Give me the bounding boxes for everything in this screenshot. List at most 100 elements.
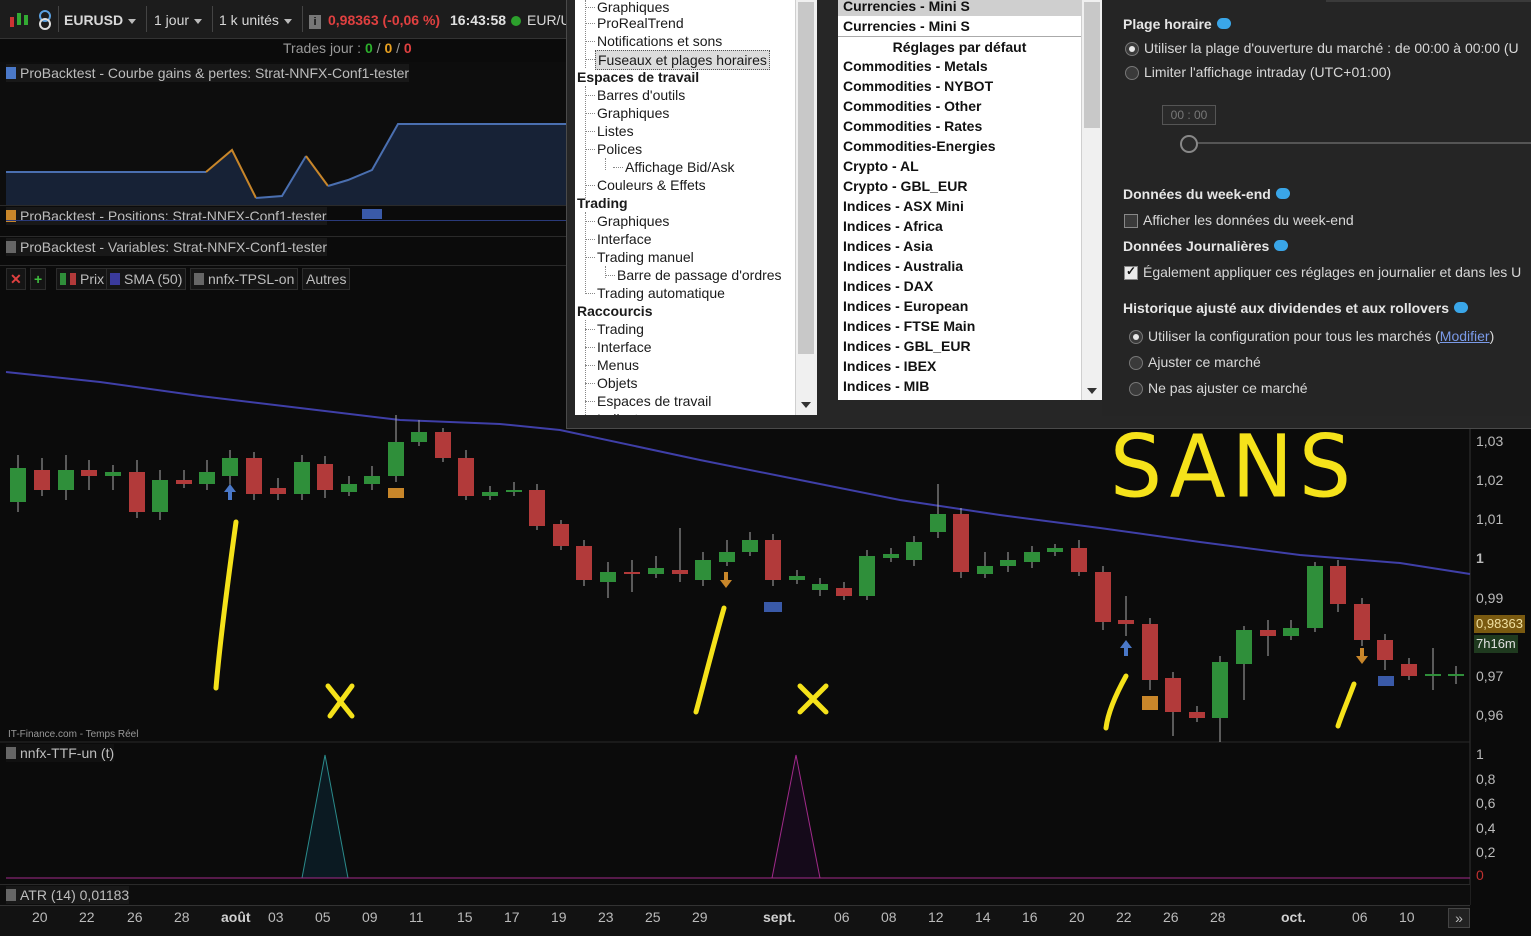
market-list: Currencies - Mini S Currencies - Mini S Ré… xyxy=(838,0,1081,400)
market-list-item[interactable]: Commodities - NYBOT xyxy=(843,76,993,96)
date-label: 16 xyxy=(1022,909,1038,925)
market-list-item[interactable]: Indices - European xyxy=(843,296,968,316)
tree-item[interactable]: Graphiques xyxy=(597,212,669,230)
price-axis-label: 1,02 xyxy=(1476,472,1504,488)
tree-item[interactable]: ProRealTrend xyxy=(597,14,684,32)
time-input[interactable]: 00 : 00 xyxy=(1162,105,1216,125)
tree-item[interactable]: Espaces de travail xyxy=(577,68,699,86)
market-list-item[interactable]: Commodities - Rates xyxy=(843,116,982,136)
market-list-item[interactable]: Indices - Australia xyxy=(843,256,963,276)
candle-body xyxy=(1095,572,1111,622)
tree-item[interactable]: Notifications et sons xyxy=(597,32,722,50)
tree-item[interactable]: Interface xyxy=(597,230,651,248)
candle-body xyxy=(836,588,852,596)
atr-panel-title[interactable]: ATR (14) 0,01183 xyxy=(6,886,130,904)
data-source: IT-Finance.com - Temps Réel xyxy=(8,729,139,740)
candle-body xyxy=(719,552,735,562)
tree-item[interactable]: Objets xyxy=(597,374,637,392)
weekend-checkbox[interactable] xyxy=(1124,214,1138,228)
candle-body xyxy=(553,524,569,546)
tree-item[interactable]: Trading xyxy=(597,320,644,338)
tree-item[interactable]: Menus xyxy=(597,356,639,374)
tree-item[interactable]: Barre de passage d'ordres xyxy=(617,266,782,284)
tree-item[interactable]: Barres d'outils xyxy=(597,86,685,104)
scroll-right-button[interactable]: » xyxy=(1448,908,1470,928)
market-list-item[interactable]: Indices - GBL_EUR xyxy=(843,336,971,356)
date-label: 17 xyxy=(504,909,520,925)
market-list-item[interactable]: Indices - Asia xyxy=(843,236,933,256)
price-axis-label: 1 xyxy=(1476,550,1484,566)
market-list-item[interactable]: Indices - Africa xyxy=(843,216,943,236)
candle-body xyxy=(58,470,74,490)
sub-axis-label: 0,4 xyxy=(1476,820,1496,836)
plage-opt2-radio[interactable] xyxy=(1125,66,1139,80)
daily-checkbox[interactable] xyxy=(1124,264,1138,280)
scroll-down-icon[interactable] xyxy=(801,402,811,408)
date-label: 11 xyxy=(409,909,424,925)
market-list-item[interactable]: Indices - ASX Mini xyxy=(843,196,964,216)
market-list-item[interactable]: Commodities-Energies xyxy=(843,136,995,156)
market-list-scrollbar[interactable] xyxy=(1081,0,1103,400)
market-list-item[interactable]: Commodities - Other xyxy=(843,96,981,116)
market-list-item[interactable]: Indices - NIK_USD xyxy=(843,396,965,400)
hist-title: Historique ajusté aux dividendes et aux … xyxy=(1123,300,1468,316)
sub-axis-label: 0,8 xyxy=(1476,771,1496,787)
hist-opt1-end: ) xyxy=(1489,328,1495,344)
candle-body xyxy=(1000,560,1016,566)
tree-item[interactable]: Affichage Bid/Ask xyxy=(625,158,734,176)
help-bubble-icon[interactable] xyxy=(1216,18,1231,29)
market-list-item[interactable]: Indices - FTSE Main xyxy=(843,316,975,336)
market-list-item[interactable]: Commodities - Metals xyxy=(843,56,988,76)
modify-link[interactable]: Modifier xyxy=(1440,328,1490,344)
atr-label: ATR (14) 0,01183 xyxy=(20,887,130,903)
date-label: 05 xyxy=(315,909,331,925)
help-bubble-icon[interactable] xyxy=(1274,240,1289,251)
market-list-item[interactable]: Crypto - AL xyxy=(843,156,919,176)
tree-item[interactable]: Trading xyxy=(577,194,628,212)
tree-item[interactable]: Listes xyxy=(597,122,634,140)
tree-item[interactable]: Interface xyxy=(597,338,651,356)
sub-indicator-label: nnfx-TTF-un (t) xyxy=(20,745,115,761)
scroll-down-icon[interactable] xyxy=(1087,388,1097,394)
tree-item[interactable]: Trading automatique xyxy=(597,284,725,302)
hist-opt3-radio[interactable] xyxy=(1129,382,1143,396)
date-label: 29 xyxy=(692,909,708,925)
tree-item[interactable]: Raccourcis xyxy=(577,302,652,320)
plage-title-label: Plage horaire xyxy=(1123,16,1212,32)
market-list-item[interactable]: Indices - MIB xyxy=(843,376,929,396)
market-list-item[interactable]: Réglages par défaut xyxy=(838,36,1081,57)
date-label: oct. xyxy=(1281,909,1306,925)
time-slider-handle[interactable] xyxy=(1180,135,1198,153)
tree-item[interactable]: Fuseaux et plages horaires xyxy=(595,50,770,70)
candle-body xyxy=(576,546,592,580)
tree-item[interactable]: Espaces de travail xyxy=(597,392,711,410)
market-list-item[interactable]: Crypto - GBL_EUR xyxy=(843,176,967,196)
candle-body xyxy=(1118,620,1134,624)
time-slider-track[interactable] xyxy=(1188,142,1531,144)
tree-item[interactable]: Graphiques xyxy=(597,104,669,122)
help-bubble-icon[interactable] xyxy=(1275,188,1290,199)
tree-item[interactable]: Trading manuel xyxy=(597,248,694,266)
price-axis-label: 0,96 xyxy=(1476,707,1504,723)
hist-opt2-radio[interactable] xyxy=(1129,356,1143,370)
tree-item[interactable]: Indicateurs xyxy=(597,410,665,415)
hist-opt1-radio[interactable] xyxy=(1129,330,1143,344)
market-list-item[interactable]: Currencies - Mini S xyxy=(843,16,970,36)
market-list-item[interactable]: Currencies - Mini S xyxy=(838,0,1081,16)
market-list-item[interactable]: Indices - IBEX xyxy=(843,356,936,376)
candle-body xyxy=(1165,678,1181,712)
help-bubble-icon[interactable] xyxy=(1454,302,1468,313)
candle-body xyxy=(1024,552,1040,562)
candle-body xyxy=(152,480,168,512)
candle-body xyxy=(600,572,616,582)
candle-body xyxy=(742,540,758,552)
tree-item[interactable]: Polices xyxy=(597,140,642,158)
weekend-opt-label: Afficher les données du week-end xyxy=(1143,212,1354,228)
candle-body xyxy=(388,442,404,476)
plage-opt1-radio[interactable] xyxy=(1125,42,1139,56)
sub-indicator-title[interactable]: nnfx-TTF-un (t) xyxy=(6,744,115,762)
market-list-item[interactable]: Indices - DAX xyxy=(843,276,933,296)
tree-item[interactable]: Couleurs & Effets xyxy=(597,176,706,194)
tree-scrollbar[interactable] xyxy=(795,0,817,415)
date-label: 15 xyxy=(457,909,473,925)
